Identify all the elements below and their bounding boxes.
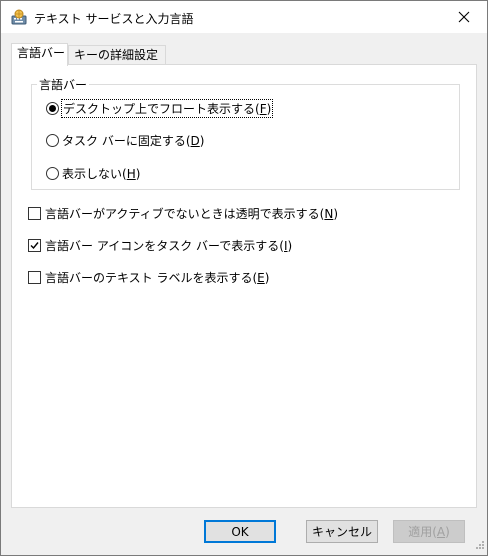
apply-button[interactable]: 適用(A) <box>393 520 465 543</box>
tab-panel: 言語バー デスクトップ上でフロート表示する(F) タスク バーに固定する(D) … <box>11 64 477 508</box>
checkbox-label: 言語バー アイコンをタスク バーで表示する(I) <box>45 238 293 253</box>
radio-label: タスク バーに固定する(D) <box>62 133 205 148</box>
radio-dock-in-taskbar[interactable]: タスク バーに固定する(D) <box>46 132 204 148</box>
checkbox-show-text-labels[interactable]: 言語バーのテキスト ラベルを表示する(E) <box>28 269 269 285</box>
checkbox[interactable] <box>28 206 41 220</box>
radio-label: 表示しない(H) <box>62 166 141 181</box>
cancel-button[interactable]: キャンセル <box>306 520 378 543</box>
radio-label: デスクトップ上でフロート表示する(F) <box>60 98 274 118</box>
keyboard-globe-icon <box>11 9 27 25</box>
resize-grip-icon[interactable] <box>475 539 485 553</box>
tab-language-bar[interactable]: 言語バー <box>11 43 68 66</box>
radio-button[interactable] <box>46 133 59 147</box>
tab-advanced-key-settings[interactable]: キーの詳細設定 <box>68 45 166 65</box>
checkbox-transparent-when-inactive[interactable]: 言語バーがアクティブでないときは透明で表示する(N) <box>28 205 338 221</box>
tab-strip: 言語バー キーの詳細設定 <box>11 43 477 66</box>
radio-button[interactable] <box>46 101 59 115</box>
title-bar: テキスト サービスと入力言語 <box>1 1 487 33</box>
tab-label: 言語バー <box>17 46 66 60</box>
tab-label: キーの詳細設定 <box>74 48 159 62</box>
checkmark-icon <box>30 241 39 249</box>
ok-button[interactable]: OK <box>204 520 276 543</box>
window-title: テキスト サービスと入力言語 <box>34 12 194 26</box>
close-button[interactable] <box>441 1 487 33</box>
group-label: 言語バー <box>37 76 90 93</box>
checkbox[interactable] <box>28 238 41 252</box>
radio-button[interactable] <box>46 166 59 180</box>
radio-hidden[interactable]: 表示しない(H) <box>46 165 140 181</box>
checkbox-show-icons-in-taskbar[interactable]: 言語バー アイコンをタスク バーで表示する(I) <box>28 237 292 253</box>
radio-float-on-desktop[interactable]: デスクトップ上でフロート表示する(F) <box>46 98 274 118</box>
close-icon <box>458 11 470 23</box>
checkbox[interactable] <box>28 270 41 284</box>
dialog-window: テキスト サービスと入力言語 言語バー キーの詳細設定 言語バー デスクトップ上… <box>0 0 488 556</box>
language-bar-group: 言語バー デスクトップ上でフロート表示する(F) タスク バーに固定する(D) … <box>31 76 460 190</box>
checkbox-label: 言語バーのテキスト ラベルを表示する(E) <box>45 270 270 285</box>
checkbox-label: 言語バーがアクティブでないときは透明で表示する(N) <box>45 206 339 221</box>
